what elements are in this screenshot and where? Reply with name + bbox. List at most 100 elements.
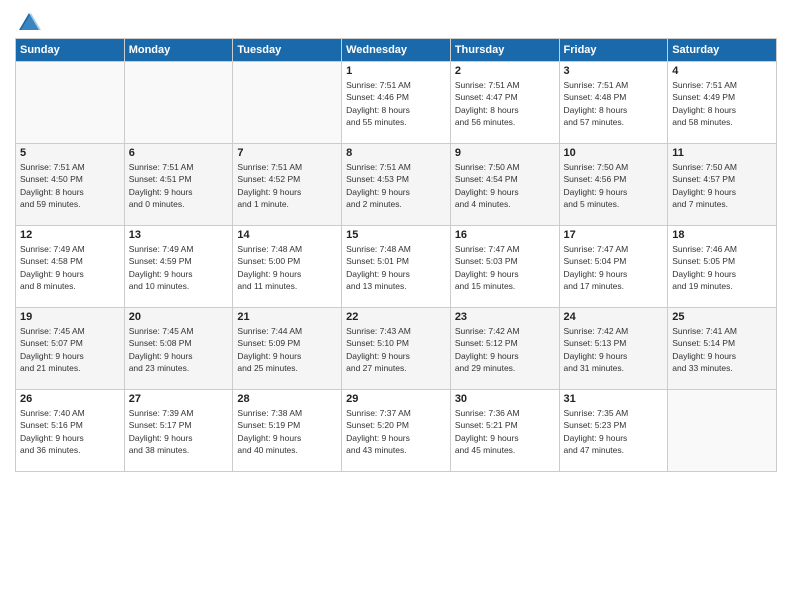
day-cell bbox=[668, 390, 777, 472]
day-cell: 27 Sunrise: 7:39 AM Sunset: 5:17 PM Dayli… bbox=[124, 390, 233, 472]
day-number: 26 bbox=[20, 393, 120, 405]
day-info: Sunrise: 7:37 AM Sunset: 5:20 PM Dayligh… bbox=[346, 407, 446, 456]
day-cell bbox=[16, 62, 125, 144]
day-number: 5 bbox=[20, 147, 120, 159]
day-number: 30 bbox=[455, 393, 555, 405]
day-cell: 3Sunrise: 7:51 AM Sunset: 4:48 PM Daylig… bbox=[559, 62, 668, 144]
day-info: Sunrise: 7:47 AM Sunset: 5:03 PM Dayligh… bbox=[455, 243, 555, 292]
day-number: 27 bbox=[129, 393, 229, 405]
week-row-2: 12 Sunrise: 7:49 AM Sunset: 4:58 PM Dayli… bbox=[16, 226, 777, 308]
day-number: 28 bbox=[237, 393, 337, 405]
day-number: 11 bbox=[672, 147, 772, 159]
day-cell: 13 Sunrise: 7:49 AM Sunset: 4:59 PM Dayli… bbox=[124, 226, 233, 308]
day-cell: 30 Sunrise: 7:36 AM Sunset: 5:21 PM Dayli… bbox=[450, 390, 559, 472]
day-info: Sunrise: 7:51 AM Sunset: 4:48 PM Dayligh… bbox=[564, 79, 664, 128]
week-row-3: 19 Sunrise: 7:45 AM Sunset: 5:07 PM Dayli… bbox=[16, 308, 777, 390]
day-cell: 31 Sunrise: 7:35 AM Sunset: 5:23 PM Dayli… bbox=[559, 390, 668, 472]
week-row-4: 26 Sunrise: 7:40 AM Sunset: 5:16 PM Dayli… bbox=[16, 390, 777, 472]
day-info: Sunrise: 7:40 AM Sunset: 5:16 PM Dayligh… bbox=[20, 407, 120, 456]
day-number: 29 bbox=[346, 393, 446, 405]
day-info: Sunrise: 7:38 AM Sunset: 5:19 PM Dayligh… bbox=[237, 407, 337, 456]
day-number: 9 bbox=[455, 147, 555, 159]
day-info: Sunrise: 7:41 AM Sunset: 5:14 PM Dayligh… bbox=[672, 325, 772, 374]
day-cell: 19 Sunrise: 7:45 AM Sunset: 5:07 PM Dayli… bbox=[16, 308, 125, 390]
day-cell: 7 Sunrise: 7:51 AM Sunset: 4:52 PM Daylig… bbox=[233, 144, 342, 226]
day-info: Sunrise: 7:51 AM Sunset: 4:46 PM Dayligh… bbox=[346, 79, 446, 128]
day-number: 17 bbox=[564, 229, 664, 241]
day-number: 19 bbox=[20, 311, 120, 323]
day-info: Sunrise: 7:46 AM Sunset: 5:05 PM Dayligh… bbox=[672, 243, 772, 292]
day-number: 18 bbox=[672, 229, 772, 241]
calendar: SundayMondayTuesdayWednesdayThursdayFrid… bbox=[15, 38, 777, 472]
day-number: 6 bbox=[129, 147, 229, 159]
week-row-1: 5 Sunrise: 7:51 AM Sunset: 4:50 PM Daylig… bbox=[16, 144, 777, 226]
day-info: Sunrise: 7:50 AM Sunset: 4:57 PM Dayligh… bbox=[672, 161, 772, 210]
day-cell: 1 Sunrise: 7:51 AM Sunset: 4:46 PM Daylig… bbox=[342, 62, 451, 144]
day-info: Sunrise: 7:39 AM Sunset: 5:17 PM Dayligh… bbox=[129, 407, 229, 456]
day-number: 12 bbox=[20, 229, 120, 241]
day-cell: 15 Sunrise: 7:48 AM Sunset: 5:01 PM Dayli… bbox=[342, 226, 451, 308]
header-thursday: Thursday bbox=[450, 39, 559, 62]
day-number: 14 bbox=[237, 229, 337, 241]
day-number: 22 bbox=[346, 311, 446, 323]
day-info: Sunrise: 7:51 AM Sunset: 4:50 PM Dayligh… bbox=[20, 161, 120, 210]
logo bbox=[15, 10, 41, 30]
day-info: Sunrise: 7:36 AM Sunset: 5:21 PM Dayligh… bbox=[455, 407, 555, 456]
day-cell bbox=[233, 62, 342, 144]
day-cell: 26 Sunrise: 7:40 AM Sunset: 5:16 PM Dayli… bbox=[16, 390, 125, 472]
day-info: Sunrise: 7:51 AM Sunset: 4:49 PM Dayligh… bbox=[672, 79, 772, 128]
day-info: Sunrise: 7:44 AM Sunset: 5:09 PM Dayligh… bbox=[237, 325, 337, 374]
day-cell: 18 Sunrise: 7:46 AM Sunset: 5:05 PM Dayli… bbox=[668, 226, 777, 308]
day-info: Sunrise: 7:50 AM Sunset: 4:56 PM Dayligh… bbox=[564, 161, 664, 210]
day-number: 21 bbox=[237, 311, 337, 323]
header-saturday: Saturday bbox=[668, 39, 777, 62]
day-cell: 20 Sunrise: 7:45 AM Sunset: 5:08 PM Dayli… bbox=[124, 308, 233, 390]
day-info: Sunrise: 7:42 AM Sunset: 5:13 PM Dayligh… bbox=[564, 325, 664, 374]
day-number: 24 bbox=[564, 311, 664, 323]
day-info: Sunrise: 7:51 AM Sunset: 4:47 PM Dayligh… bbox=[455, 79, 555, 128]
day-info: Sunrise: 7:50 AM Sunset: 4:54 PM Dayligh… bbox=[455, 161, 555, 210]
day-number: 7 bbox=[237, 147, 337, 159]
day-number: 13 bbox=[129, 229, 229, 241]
day-info: Sunrise: 7:49 AM Sunset: 4:59 PM Dayligh… bbox=[129, 243, 229, 292]
day-cell: 28 Sunrise: 7:38 AM Sunset: 5:19 PM Dayli… bbox=[233, 390, 342, 472]
day-cell: 10 Sunrise: 7:50 AM Sunset: 4:56 PM Dayli… bbox=[559, 144, 668, 226]
day-number: 10 bbox=[564, 147, 664, 159]
day-number: 20 bbox=[129, 311, 229, 323]
day-cell: 16Sunrise: 7:47 AM Sunset: 5:03 PM Dayli… bbox=[450, 226, 559, 308]
calendar-header-row: SundayMondayTuesdayWednesdayThursdayFrid… bbox=[16, 39, 777, 62]
day-cell: 21 Sunrise: 7:44 AM Sunset: 5:09 PM Dayli… bbox=[233, 308, 342, 390]
day-info: Sunrise: 7:48 AM Sunset: 5:00 PM Dayligh… bbox=[237, 243, 337, 292]
page: SundayMondayTuesdayWednesdayThursdayFrid… bbox=[0, 0, 792, 612]
logo-icon bbox=[17, 10, 41, 34]
day-cell: 8Sunrise: 7:51 AM Sunset: 4:53 PM Daylig… bbox=[342, 144, 451, 226]
header-friday: Friday bbox=[559, 39, 668, 62]
day-info: Sunrise: 7:42 AM Sunset: 5:12 PM Dayligh… bbox=[455, 325, 555, 374]
day-cell: 22Sunrise: 7:43 AM Sunset: 5:10 PM Dayli… bbox=[342, 308, 451, 390]
day-info: Sunrise: 7:51 AM Sunset: 4:51 PM Dayligh… bbox=[129, 161, 229, 210]
header-tuesday: Tuesday bbox=[233, 39, 342, 62]
day-info: Sunrise: 7:35 AM Sunset: 5:23 PM Dayligh… bbox=[564, 407, 664, 456]
day-number: 2 bbox=[455, 65, 555, 77]
day-number: 15 bbox=[346, 229, 446, 241]
header-sunday: Sunday bbox=[16, 39, 125, 62]
day-number: 31 bbox=[564, 393, 664, 405]
day-info: Sunrise: 7:45 AM Sunset: 5:07 PM Dayligh… bbox=[20, 325, 120, 374]
day-cell: 5 Sunrise: 7:51 AM Sunset: 4:50 PM Daylig… bbox=[16, 144, 125, 226]
header-wednesday: Wednesday bbox=[342, 39, 451, 62]
day-cell bbox=[124, 62, 233, 144]
day-cell: 6 Sunrise: 7:51 AM Sunset: 4:51 PM Daylig… bbox=[124, 144, 233, 226]
week-row-0: 1 Sunrise: 7:51 AM Sunset: 4:46 PM Daylig… bbox=[16, 62, 777, 144]
header-monday: Monday bbox=[124, 39, 233, 62]
header bbox=[15, 10, 777, 30]
day-number: 25 bbox=[672, 311, 772, 323]
day-info: Sunrise: 7:51 AM Sunset: 4:52 PM Dayligh… bbox=[237, 161, 337, 210]
day-number: 8 bbox=[346, 147, 446, 159]
day-cell: 4Sunrise: 7:51 AM Sunset: 4:49 PM Daylig… bbox=[668, 62, 777, 144]
day-cell: 24 Sunrise: 7:42 AM Sunset: 5:13 PM Dayli… bbox=[559, 308, 668, 390]
day-info: Sunrise: 7:45 AM Sunset: 5:08 PM Dayligh… bbox=[129, 325, 229, 374]
day-cell: 23Sunrise: 7:42 AM Sunset: 5:12 PM Dayli… bbox=[450, 308, 559, 390]
day-number: 1 bbox=[346, 65, 446, 77]
day-info: Sunrise: 7:49 AM Sunset: 4:58 PM Dayligh… bbox=[20, 243, 120, 292]
day-info: Sunrise: 7:48 AM Sunset: 5:01 PM Dayligh… bbox=[346, 243, 446, 292]
